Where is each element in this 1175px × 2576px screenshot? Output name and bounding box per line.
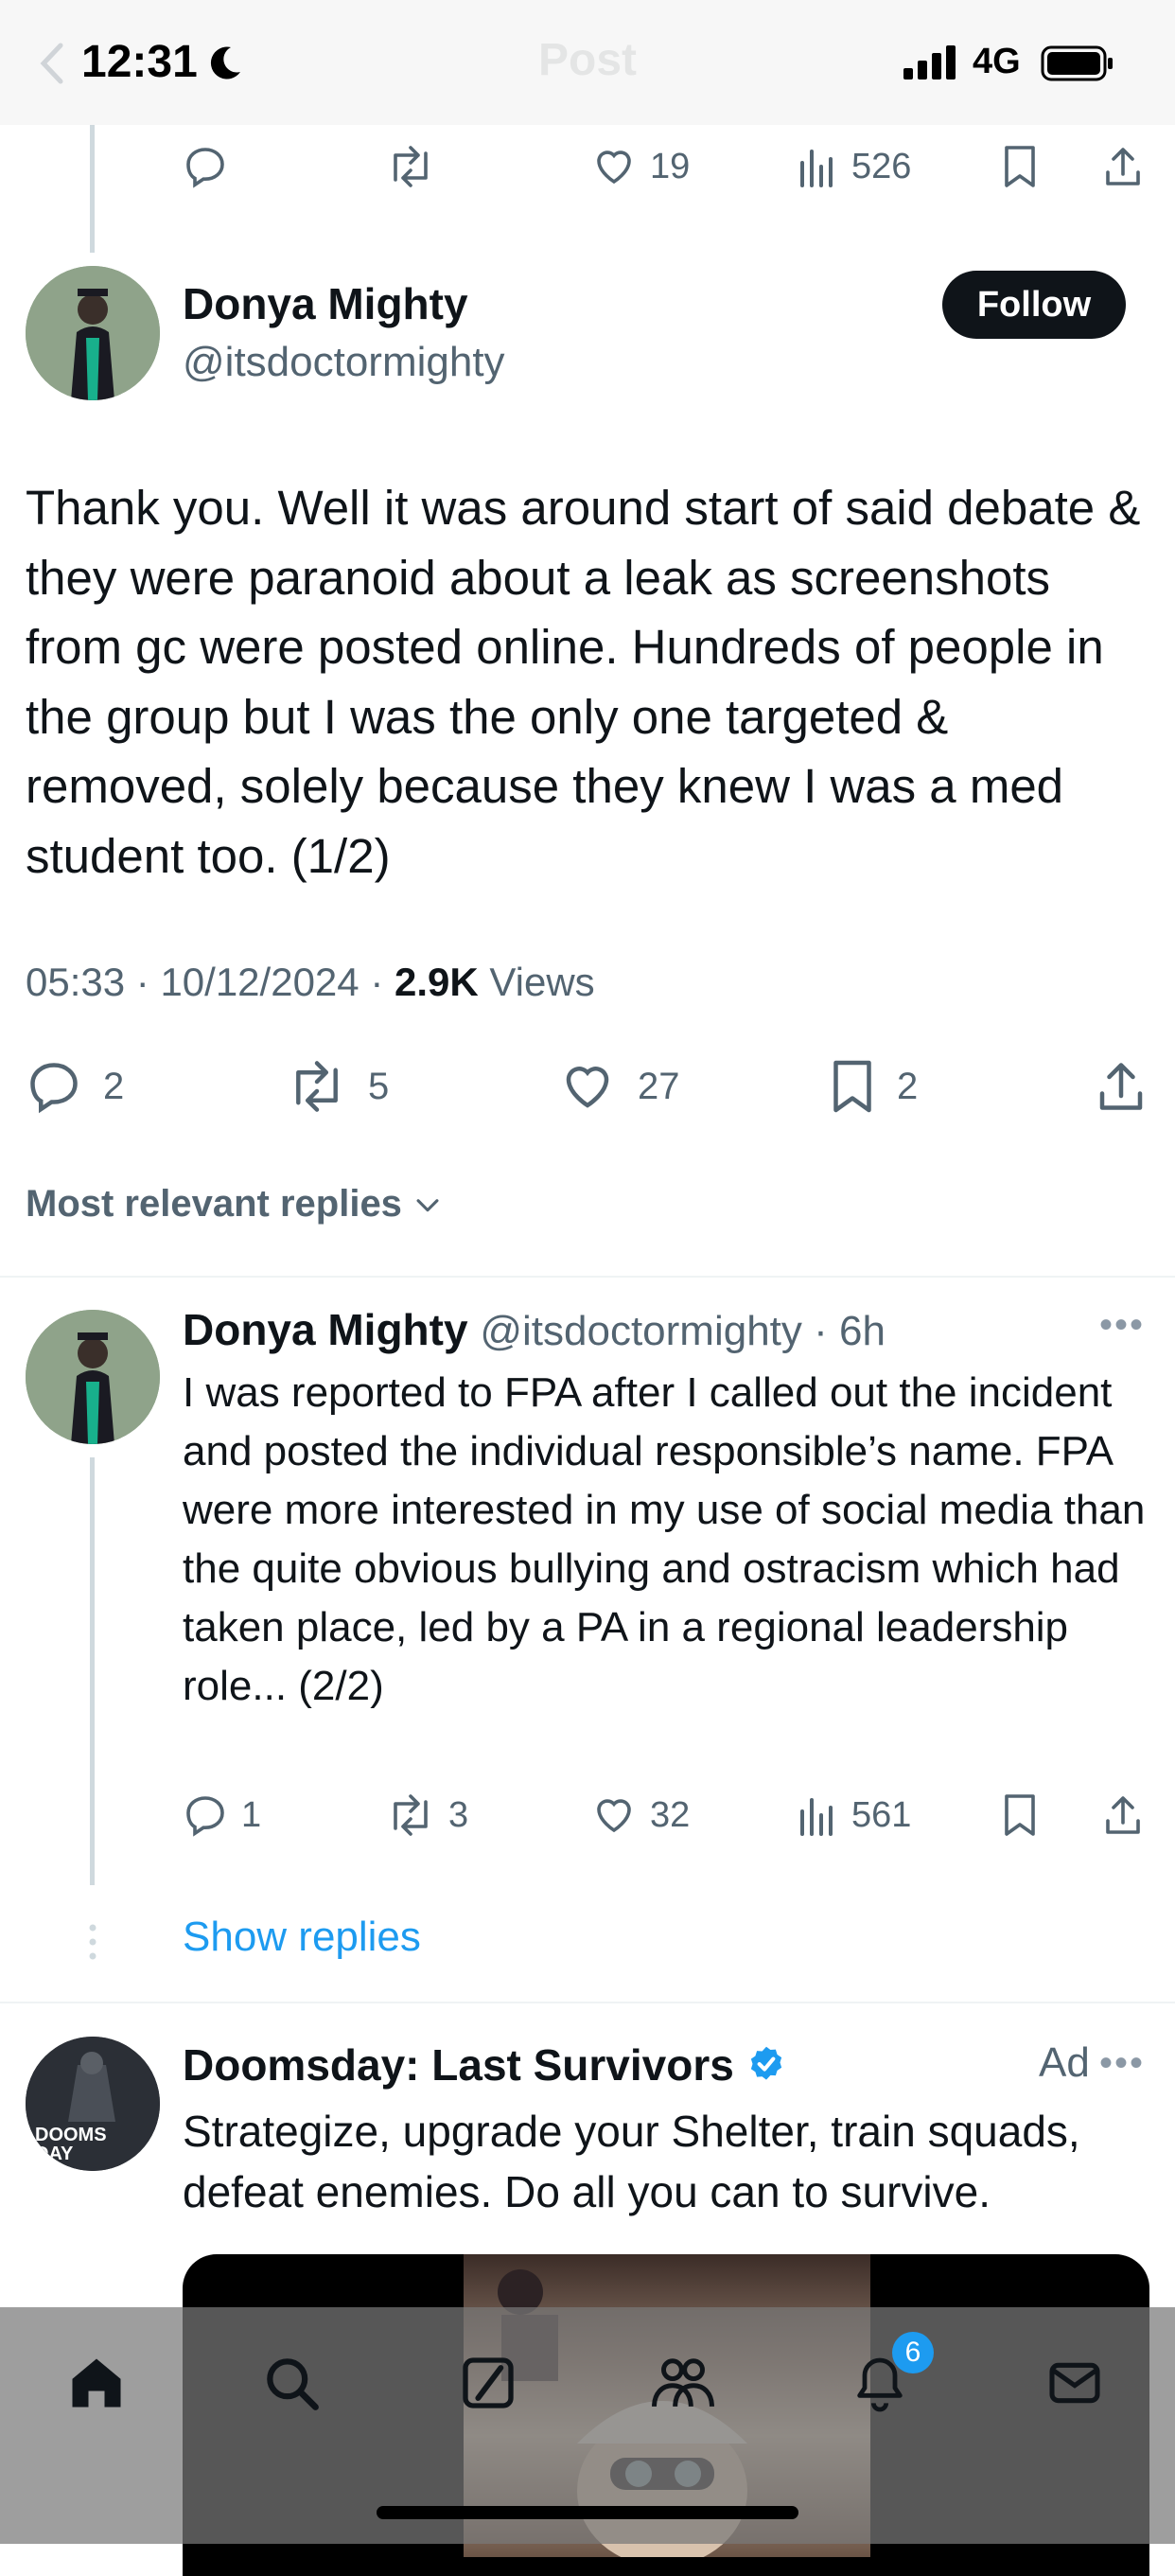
reply-icon: [186, 148, 224, 188]
network-label: 4G: [973, 42, 1021, 81]
reply-author-name[interactable]: Donya Mighty: [183, 1305, 468, 1354]
reply-like-button[interactable]: 32: [591, 1792, 690, 1838]
thread-line: [90, 125, 95, 253]
reply-avatar[interactable]: [26, 1310, 160, 1444]
heart-icon: [597, 150, 631, 185]
ad-more-icon[interactable]: •••: [1099, 2042, 1145, 2085]
tab-communities[interactable]: [636, 2345, 730, 2421]
heart-icon: [566, 1067, 609, 1108]
divider: [0, 1276, 1175, 1278]
back-icon[interactable]: [38, 42, 66, 85]
share-icon: [1099, 1063, 1143, 1110]
post-repost-count: 5: [368, 1065, 390, 1107]
reply-reply-count: 1: [241, 1794, 262, 1835]
author-avatar[interactable]: [26, 266, 160, 400]
post-date: 10/12/2024: [160, 960, 360, 1004]
status-time: 12:31: [81, 37, 198, 87]
post-reply-button[interactable]: 2: [26, 1058, 124, 1115]
tab-messages[interactable]: [1027, 2345, 1122, 2421]
bookmark-icon: [833, 1060, 871, 1113]
bookmark-icon: [1005, 146, 1035, 187]
ad-avatar[interactable]: DOOMS DAY: [26, 2037, 160, 2171]
tab-grok[interactable]: [441, 2345, 535, 2421]
post-repost-button[interactable]: 5: [287, 1058, 389, 1115]
ad-text: Strategize, upgrade your Shelter, train …: [183, 2107, 1080, 2216]
post-reply-count: 2: [103, 1065, 125, 1107]
notifications-badge: 6: [892, 2332, 934, 2373]
post-meta: 05:33 · 10/12/2024 · 2.9K Views: [26, 960, 595, 1004]
post-bookmark-count: 2: [897, 1065, 919, 1107]
author-name[interactable]: Donya Mighty: [183, 278, 468, 329]
views-icon: [800, 150, 833, 187]
reply-icon: [186, 1796, 224, 1837]
author-handle[interactable]: @itsdoctormighty: [183, 339, 505, 386]
reply-age: 6h: [839, 1308, 886, 1354]
heart-icon: [597, 1799, 631, 1833]
thread-dots-icon: [87, 1923, 98, 1961]
reply-text: I was reported to FPA after I called out…: [183, 1369, 1146, 1709]
follow-button[interactable]: Follow: [942, 271, 1126, 339]
mail-icon: [1049, 2362, 1100, 2404]
reply-views-count: 561: [851, 1794, 912, 1835]
views-icon: [800, 1798, 833, 1836]
ad-name[interactable]: Doomsday: Last Survivors: [183, 2039, 734, 2091]
chevron-down-icon: [416, 1198, 439, 1211]
home-indicator[interactable]: [377, 2506, 798, 2519]
repost-icon: [296, 1061, 338, 1112]
share-icon: [1106, 1796, 1140, 1834]
prev-bookmark-button[interactable]: [1001, 144, 1039, 189]
reply-header: Donya Mighty @itsdoctormighty · 6h: [183, 1305, 886, 1354]
reply-more-icon[interactable]: •••: [1099, 1304, 1145, 1347]
home-icon: [72, 2358, 121, 2408]
reply-bookmark-button[interactable]: [1001, 1792, 1039, 1838]
reply-author-handle[interactable]: @itsdoctormighty: [480, 1308, 802, 1354]
thread-line: [90, 1457, 95, 1885]
post-like-count: 27: [638, 1065, 680, 1107]
reply-views-button[interactable]: 561: [797, 1792, 911, 1838]
post-views-label: Views: [489, 960, 595, 1004]
signal-icon: [903, 45, 958, 79]
post-share-button[interactable]: [1093, 1058, 1149, 1115]
verified-icon: [750, 2046, 781, 2080]
tab-search[interactable]: [244, 2345, 339, 2421]
grok-icon: [463, 2357, 514, 2408]
reply-repost-count: 3: [448, 1794, 469, 1835]
prev-like-button[interactable]: 19: [591, 144, 690, 189]
reply-icon: [30, 1063, 78, 1114]
divider: [0, 2002, 1175, 2003]
prev-repost-button[interactable]: [386, 144, 435, 189]
repost-icon: [394, 1794, 428, 1836]
repost-icon: [394, 146, 428, 187]
reply-reply-button[interactable]: 1: [183, 1792, 261, 1838]
show-replies-link[interactable]: Show replies: [183, 1914, 421, 1961]
ad-name-row: Doomsday: Last Survivors: [183, 2039, 787, 2091]
post-time: 05:33: [26, 960, 126, 1004]
ad-label: Ad: [1039, 2039, 1090, 2086]
ad-avatar-text: DOOMS DAY: [35, 2125, 107, 2164]
moon-icon: [206, 44, 244, 81]
post-views-count: 2.9K: [394, 960, 479, 1004]
communities-icon: [652, 2358, 714, 2408]
reply-repost-button[interactable]: 3: [386, 1792, 468, 1838]
prev-share-button[interactable]: [1100, 144, 1146, 189]
prev-reply-button[interactable]: [183, 144, 228, 189]
reply-sort-label: Most relevant replies: [26, 1183, 402, 1225]
reply-sort-dropdown[interactable]: Most relevant replies: [26, 1183, 444, 1226]
prev-views-button[interactable]: 526: [797, 144, 911, 189]
reply-share-button[interactable]: [1100, 1792, 1146, 1838]
reply-like-count: 32: [650, 1794, 691, 1835]
prev-views-count: 526: [851, 146, 912, 186]
post-text: Thank you. Well it was around start of s…: [26, 481, 1141, 883]
prev-like-count: 19: [650, 146, 691, 186]
share-icon: [1106, 148, 1140, 185]
post-bookmark-button[interactable]: 2: [829, 1058, 918, 1115]
battery-icon: [1041, 45, 1114, 81]
tab-home[interactable]: [49, 2345, 144, 2421]
post-like-button[interactable]: 27: [558, 1058, 680, 1115]
search-icon: [267, 2358, 319, 2410]
bookmark-icon: [1005, 1794, 1035, 1836]
